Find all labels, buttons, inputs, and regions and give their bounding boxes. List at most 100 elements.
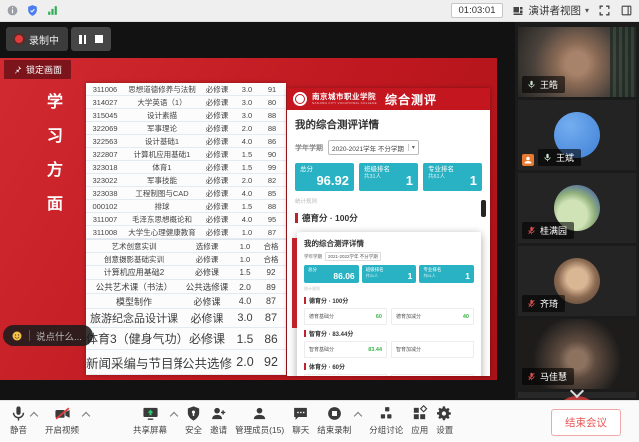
toolbar-item-label: 应用 [411, 424, 428, 436]
grade-cell: 322069 [86, 124, 124, 133]
shield-icon[interactable] [26, 4, 39, 17]
end-meeting-button[interactable]: 结束会议 [551, 409, 621, 436]
site-title: 综合测评 [385, 91, 437, 108]
eval-cell-label: 德育基础分 [309, 313, 334, 320]
participant-name-bar: 马佳慧 [522, 368, 574, 385]
grade-row: 311006思想道德修养与法制必修课3.091 [86, 83, 286, 96]
grade-cell: 合格 [258, 241, 284, 252]
grade-cell: 1.0 [232, 255, 258, 264]
toolbar-item-camera-off[interactable]: 开启视频 [45, 405, 89, 436]
mic-on-icon [527, 80, 536, 89]
grade-row: 311008大学生心理健康教育必修课1.087 [86, 226, 286, 239]
toolbar-item-members[interactable]: 管理成员(15) [235, 405, 284, 436]
inner-term-select[interactable]: 2021-2022学年 不分学期 [325, 252, 381, 261]
scrollbar-thumb[interactable] [481, 200, 486, 217]
required-courses-table: 311006思想道德修养与法制必修课3.091314027大学英语（1）必修课3… [86, 83, 286, 239]
chevron-up-icon[interactable] [82, 412, 90, 420]
grade-cell: 公共选修课 [182, 281, 232, 293]
grade-cell: 必修课 [200, 149, 234, 160]
score-card-label: 班级排名共31人 [366, 267, 384, 281]
grade-cell: 必修课 [200, 201, 234, 212]
quick-chat-input[interactable]: 说点什么... [3, 325, 93, 346]
chevron-up-icon[interactable] [354, 412, 362, 420]
eval-cell-row: 德育基础分60德育加减分40 [304, 308, 474, 325]
toolbar-item-apps[interactable]: 应用 [411, 405, 428, 436]
fullscreen-icon[interactable] [598, 4, 611, 17]
score-card-value: 86.06 [333, 271, 354, 281]
participant-name: 王斌 [556, 151, 574, 164]
grade-cell: 2.0 [234, 176, 260, 185]
participant-tile[interactable]: 王皓 [518, 27, 636, 97]
breakout-icon [378, 405, 395, 422]
grade-row: 创意摄影基础实训必修课1.0合格 [86, 253, 286, 266]
grade-row: 计算机应用基础2必修课1.592 [86, 266, 286, 280]
grade-cell: 必修课 [200, 110, 234, 121]
lock-view-badge[interactable]: 锁定画面 [4, 60, 71, 79]
term-select[interactable]: 2020-2021学年 不分学期 ▾ [328, 140, 419, 155]
pause-recording-icon[interactable] [79, 35, 86, 44]
stats-rules-link[interactable]: 统计规则 [295, 197, 482, 205]
toolbar-items: 静音开启视频 共享屏幕安全邀请管理成员(15) 聊天结束录制分组讨论应用设置 [10, 405, 461, 436]
invite-icon [210, 405, 227, 422]
smiley-icon[interactable] [11, 330, 23, 342]
inner-stats-rules-link[interactable]: 统计规则 [304, 286, 474, 292]
view-mode-selector[interactable]: 演讲者视图 ▾ [512, 3, 589, 18]
eval-section-heading: 德育分 · 100分 [304, 296, 474, 305]
shared-screen-area: 录制中 锁定画面 学习方面 311006思想道德修养与法制必修课3.091314… [0, 22, 515, 400]
participant-name-bar: 齐琦 [522, 295, 565, 312]
toolbar-item-mic[interactable]: 静音 [10, 405, 37, 436]
eval-cell-row: 智育基础分83.44智育加减分 [304, 341, 474, 358]
slide-title-char: 学 [44, 88, 66, 112]
shield-icon [185, 405, 202, 422]
grade-cell: 旅游纪念品设计课 [86, 310, 182, 326]
toolbar-item-share-screen[interactable]: 共享屏幕 [133, 405, 177, 436]
toolbar-item-label: 设置 [436, 424, 453, 436]
toolbar-item-chat[interactable]: 聊天 [292, 405, 309, 436]
toolbar-item-settings[interactable]: 设置 [436, 405, 453, 436]
grade-cell: 91 [260, 85, 284, 94]
chevron-up-icon[interactable] [30, 412, 38, 420]
grade-cell: 88 [260, 111, 284, 120]
participant-tile[interactable]: 马佳慧 [518, 319, 636, 389]
section-bar-icon [304, 330, 306, 337]
grade-cell: 86 [258, 332, 284, 346]
stop-recording-icon[interactable] [95, 35, 103, 43]
score-card-value: 1 [408, 271, 413, 281]
eval-cell-label: 德育加减分 [396, 313, 421, 320]
grade-cell: 3.0 [234, 98, 260, 107]
info-icon[interactable] [6, 4, 19, 17]
grade-row: 000102排球必修课1.588 [86, 200, 286, 213]
stop-record-icon [326, 405, 343, 422]
score-card-value: 1 [465, 271, 470, 281]
toolbar-item-label: 安全 [185, 424, 202, 436]
grade-cell: 92 [258, 268, 284, 277]
grade-cell: 必修课 [200, 227, 234, 238]
participant-tile[interactable]: 齐琦 [518, 246, 636, 316]
score-card-value: 1 [406, 173, 413, 188]
toolbar-item-breakout[interactable]: 分组讨论 [369, 405, 403, 436]
participant-tile[interactable]: 王斌 [518, 100, 636, 170]
score-card: 总分96.92 [295, 163, 354, 191]
participant-tile[interactable] [518, 392, 636, 398]
toolbar-item-invite[interactable]: 邀请 [210, 405, 227, 436]
eval-cell: 智育基础分83.44 [304, 341, 387, 358]
grade-cell: 1.5 [232, 332, 258, 346]
participant-tile[interactable]: 桂满园 [518, 173, 636, 243]
side-panel-icon[interactable] [620, 4, 633, 17]
grade-cell: 必修课 [200, 123, 234, 134]
chevron-up-icon[interactable] [170, 412, 178, 420]
eval-cell-value: 60 [376, 314, 382, 320]
grade-cell: 323018 [86, 163, 124, 172]
grade-cell: 3.0 [234, 111, 260, 120]
score-card-label: 专业排名共61人 [428, 166, 454, 188]
grade-row: 322807计算机应用基础1必修课1.590 [86, 148, 286, 161]
grade-cell: 87 [260, 228, 284, 237]
toolbar-item-stop-record[interactable]: 结束录制 [317, 405, 361, 436]
apps-icon [411, 405, 428, 422]
grade-row: 艺术创意实训选修课1.0合格 [86, 240, 286, 253]
grade-cell: 必修课 [200, 97, 234, 108]
eval-section: 德育分 · 100分德育基础分60德育加减分40 [304, 296, 474, 325]
recording-label: 录制中 [29, 32, 59, 47]
eval-cell: 体育基础分60 [304, 374, 387, 376]
toolbar-item-shield[interactable]: 安全 [185, 405, 202, 436]
